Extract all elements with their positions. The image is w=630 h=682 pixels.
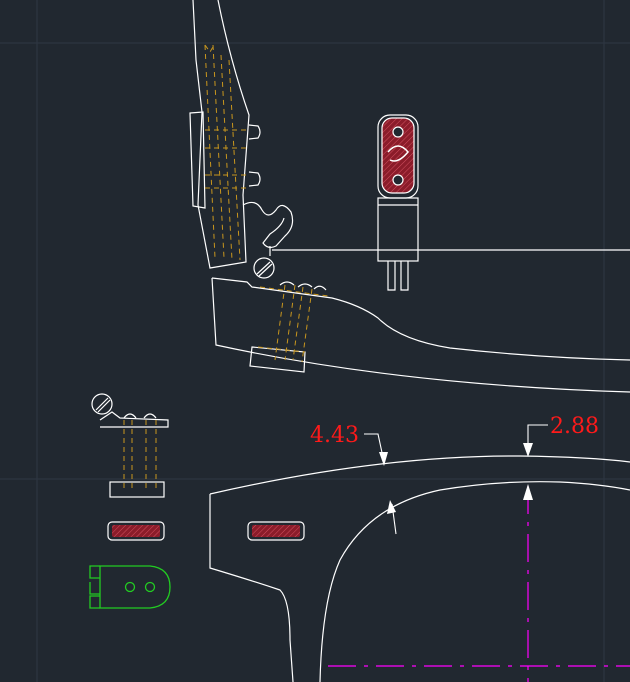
pad-right[interactable] <box>247 521 305 541</box>
background-grid <box>0 0 630 682</box>
center-lines <box>328 486 630 682</box>
pad-left[interactable] <box>107 521 165 541</box>
logo-tag-part[interactable] <box>377 114 419 291</box>
green-tab-part[interactable] <box>89 565 171 609</box>
dimension-text-288[interactable]: 2.88 <box>550 414 599 439</box>
center-arrow <box>523 484 533 500</box>
hinge-part-left[interactable] <box>91 393 169 498</box>
temple-hidden-lines <box>204 44 249 261</box>
cad-drawing-viewport[interactable]: 4.43 2.88 <box>0 0 630 682</box>
dimension-text-443[interactable]: 4.43 <box>310 423 359 448</box>
hinge-screw-top[interactable] <box>253 246 630 279</box>
drawing-canvas[interactable]: 4.43 2.88 <box>0 0 630 682</box>
hinge-part-left-hidden <box>123 420 157 492</box>
lens-frame-outline[interactable] <box>209 455 630 682</box>
frame-front-outline[interactable] <box>211 277 630 393</box>
temple-arm-outline[interactable] <box>189 0 294 269</box>
